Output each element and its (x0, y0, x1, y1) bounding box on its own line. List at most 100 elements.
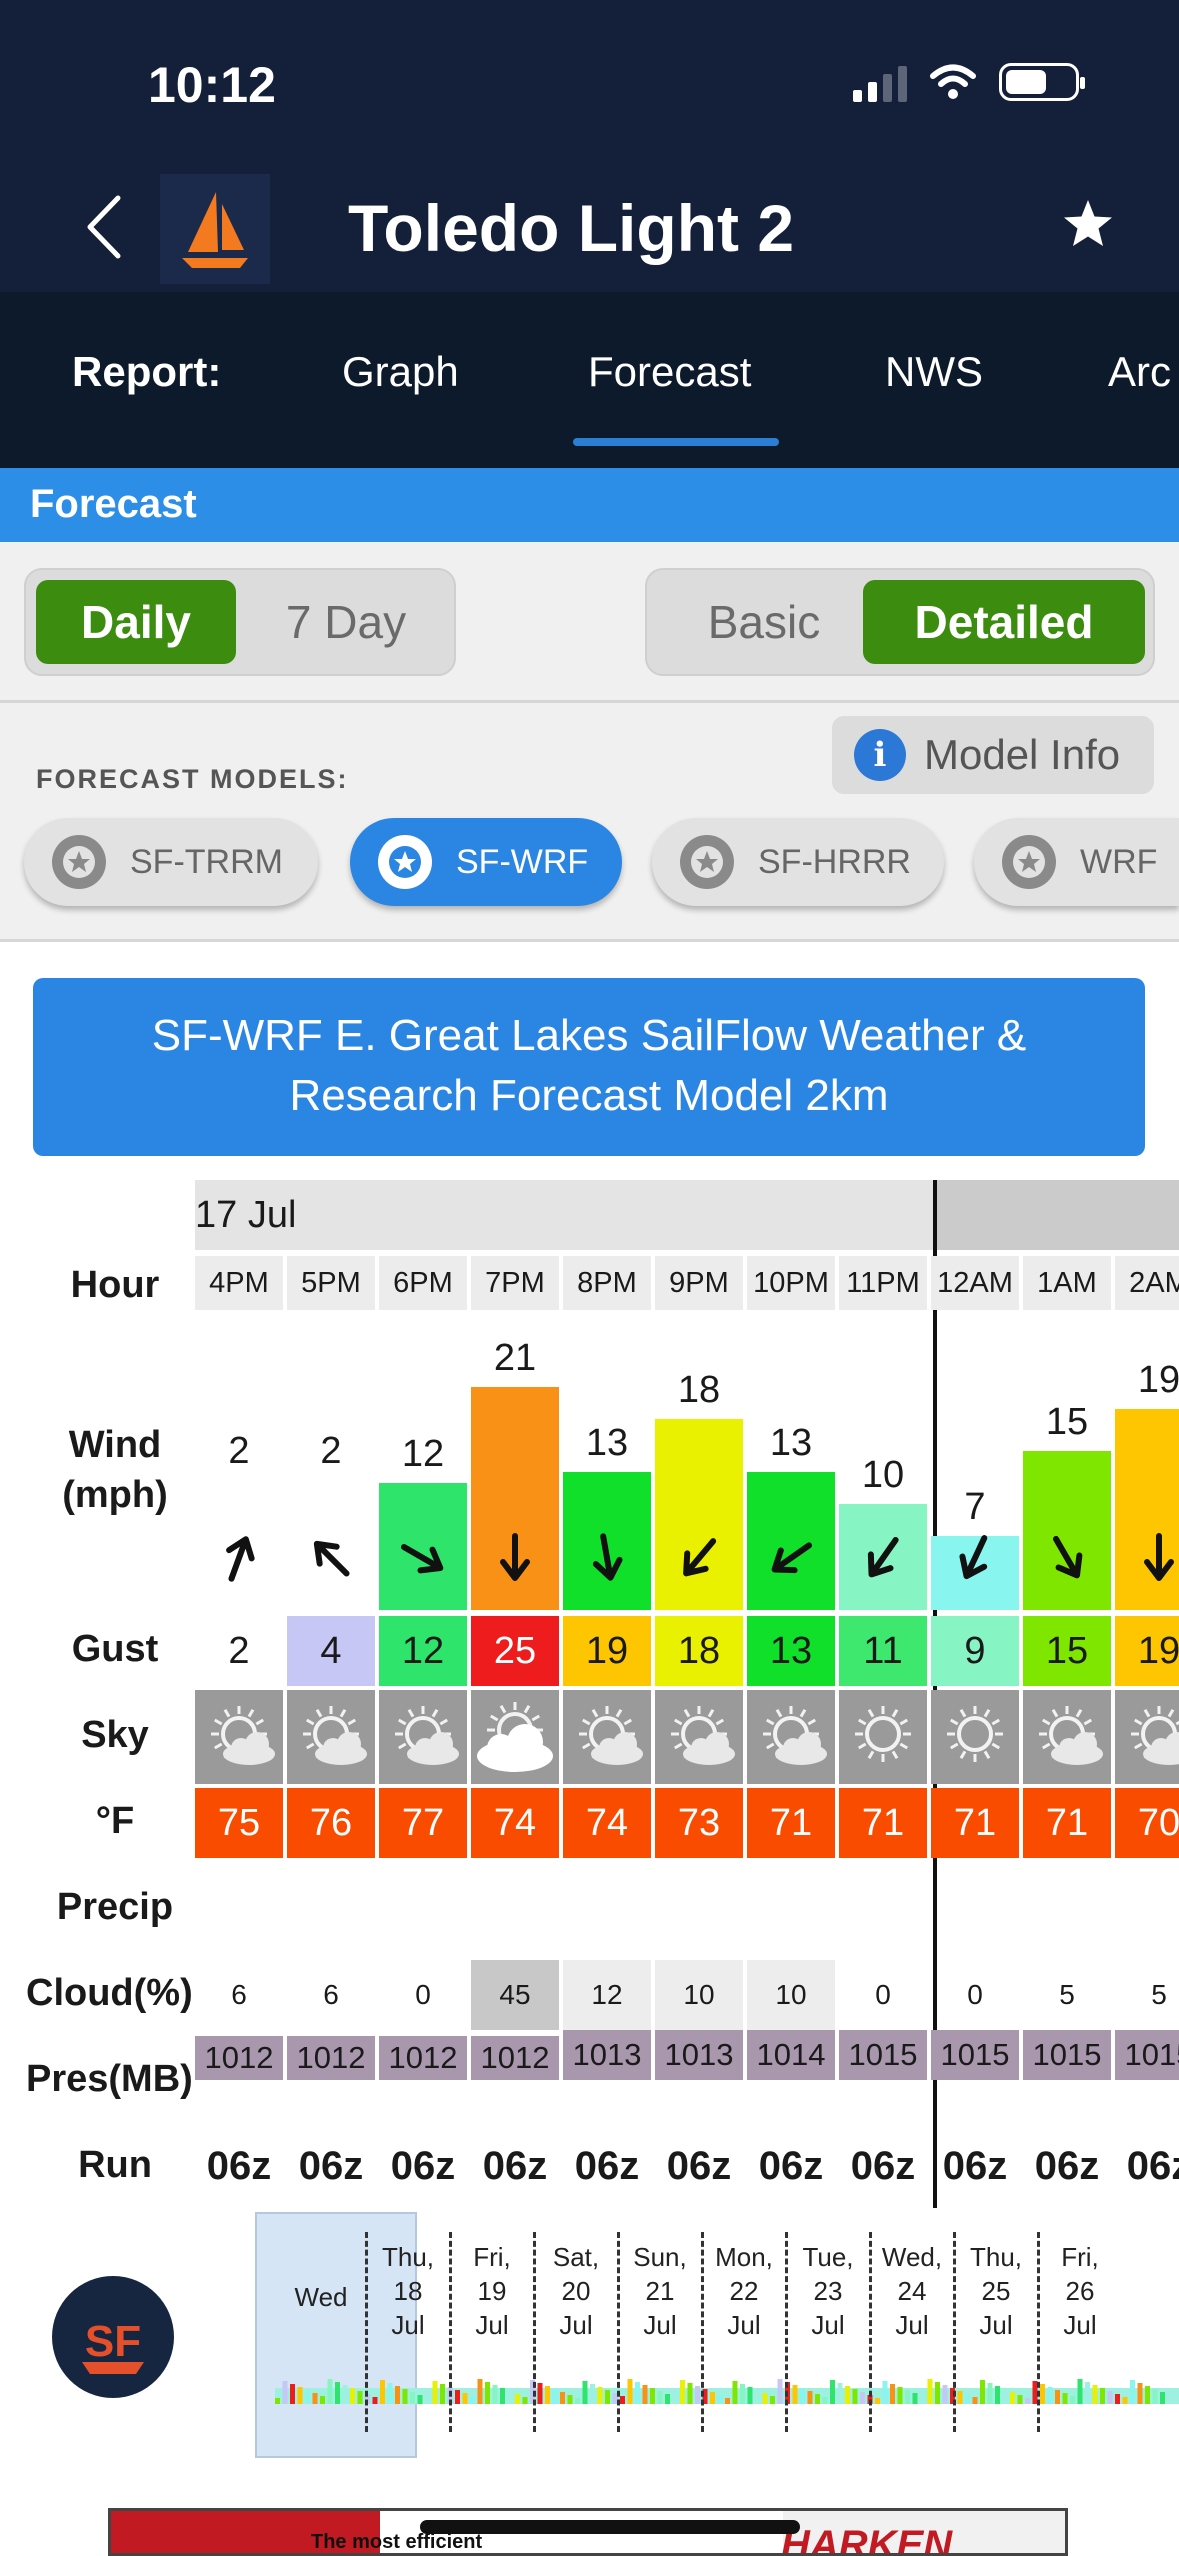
timeline-day-separator (617, 2232, 620, 2432)
hour-cell: 9PM (655, 1256, 743, 1310)
sailflow-logo-icon: SF (82, 2317, 144, 2374)
timeline-day-text: Thu, (969, 2242, 1023, 2272)
model-chip-label: WRF (1080, 842, 1158, 881)
gust-cell: 11 (839, 1616, 927, 1686)
timeline-day-text: Fri, (1061, 2242, 1099, 2272)
app-logo (160, 174, 270, 284)
timeline-day-label[interactable]: Wed (283, 2280, 359, 2314)
cloud-cover-cell: 6 (231, 1979, 247, 2010)
model-run-cell: 06z (1034, 2143, 1100, 2188)
tab-archive[interactable]: Arc (1108, 348, 1171, 396)
gust-cell: 18 (655, 1616, 743, 1686)
tab-graph[interactable]: Graph (342, 348, 459, 396)
wifi-icon (930, 64, 976, 99)
timeline-day-text: Sat, (552, 2242, 600, 2272)
model-badge-icon (52, 835, 106, 889)
timeline-day-separator (785, 2232, 788, 2432)
wind-direction-arrow-icon (400, 1544, 444, 1574)
timeline-day-separator (869, 2232, 872, 2432)
sun-icon (931, 1690, 1019, 1784)
sailflow-logo: SF (52, 2276, 174, 2398)
model-chip-sf-wrf[interactable]: SF-WRF (350, 818, 622, 906)
basic-button[interactable]: Basic (659, 580, 869, 664)
timeline-day-text: Jul (811, 2310, 845, 2340)
active-tab-indicator (573, 438, 779, 446)
timeline-day-text: 25 (981, 2276, 1011, 2306)
hour-cell: 6PM (379, 1256, 467, 1310)
wind-speed-value: 7 (964, 1486, 986, 1528)
daily-button[interactable]: Daily (36, 580, 236, 664)
seven-day-button[interactable]: 7 Day (248, 580, 444, 664)
cloud-cover-cell: 0 (415, 1979, 431, 2010)
divider (0, 700, 1179, 703)
info-icon: i (854, 729, 906, 781)
day-timeline[interactable]: Wed Thu, 18 Jul Fri, 19 Jul Sat, 20 Jul Sun, 21 Jul M… (255, 2212, 1179, 2460)
timeline-day-label[interactable]: Sat, 20 Jul (541, 2240, 611, 2342)
model-run-cell: 06z (666, 2143, 732, 2188)
gust-cell: 12 (379, 1616, 467, 1686)
timeline-day-text: Jul (475, 2310, 509, 2340)
row-label-wind-unit: (mph) (62, 1474, 168, 1516)
wind-direction-arrow-icon (1053, 1535, 1083, 1579)
model-chip-sf-hrrr[interactable]: SF-HRRR (652, 818, 944, 906)
home-indicator (420, 2520, 800, 2534)
pressure-cell: 1012 (379, 2036, 467, 2080)
temperature-cell: 71 (747, 1788, 835, 1858)
model-run-cell: 06z (482, 2143, 548, 2188)
timeline-day-text: 22 (729, 2276, 759, 2306)
date-row (195, 1180, 1179, 1250)
timeline-day-label[interactable]: Tue, 23 Jul (793, 2240, 863, 2342)
timeline-day-text: Jul (643, 2310, 677, 2340)
timeline-day-label[interactable]: Sun, 21 Jul (625, 2240, 695, 2342)
pressure-cell: 1014 (747, 2030, 835, 2080)
model-run-cell: 06z (850, 2143, 916, 2188)
model-chip-label: SF-TRRM (130, 842, 283, 881)
tab-forecast[interactable]: Forecast (588, 348, 751, 396)
timeline-day-text: Jul (559, 2310, 593, 2340)
gust-cell: 13 (747, 1616, 835, 1686)
timeline-day-separator (365, 2232, 368, 2432)
wind-direction-arrow-icon (500, 1533, 530, 1581)
timeline-day-label[interactable]: Thu, 18 Jul (373, 2240, 443, 2342)
detailed-button[interactable]: Detailed (863, 580, 1145, 664)
wind-speed-value: 19 (1137, 1359, 1179, 1401)
timeline-day-text: Jul (391, 2310, 425, 2340)
temperature-cell: 70 (1115, 1788, 1179, 1858)
timeline-day-text: 23 (813, 2276, 843, 2306)
timeline-day-label[interactable]: Fri, 19 Jul (457, 2240, 527, 2342)
wind-speed-value: 10 (861, 1454, 905, 1496)
timeline-day-label[interactable]: Mon, 22 Jul (709, 2240, 779, 2342)
sun-icon (839, 1690, 927, 1784)
page-title: Toledo Light 2 (348, 191, 795, 265)
cloud-cover-cell: 6 (323, 1979, 339, 2010)
cloud-cover-cell: 10 (655, 1960, 743, 2030)
wind-direction-arrow-icon (867, 1536, 899, 1578)
timeline-day-text: Jul (1063, 2310, 1097, 2340)
wind-speed-value: 21 (493, 1337, 537, 1379)
timeline-day-label[interactable]: Fri, 26 Jul (1045, 2240, 1115, 2342)
status-time: 10:12 (148, 57, 276, 113)
sun-cloud-icon (1023, 1690, 1111, 1784)
back-arrow-icon[interactable] (78, 192, 138, 262)
timeline-day-label[interactable]: Wed, 24 Jul (877, 2240, 947, 2342)
wind-direction-arrow-icon (959, 1535, 988, 1580)
model-chip-wrf[interactable]: WRF (974, 818, 1179, 906)
tab-nws[interactable]: NWS (885, 348, 983, 396)
model-info-button[interactable]: i Model Info (832, 716, 1154, 794)
forecast-table: 17 Jul Hour Wind (mph) Gust Sky °F Preci… (0, 1180, 1179, 2210)
cellular-signal-icon (853, 62, 907, 102)
model-run-cell: 06z (298, 2143, 364, 2188)
model-chip-sf-trrm[interactable]: SF-TRRM (24, 818, 318, 906)
sun-cloud-icon (747, 1690, 835, 1784)
hour-cell: 4PM (195, 1256, 283, 1310)
timeline-day-text: Tue, (802, 2242, 854, 2272)
hour-cell: 8PM (563, 1256, 651, 1310)
timeline-day-label[interactable]: Thu, 25 Jul (961, 2240, 1031, 2342)
favorite-star-icon[interactable] (1060, 196, 1116, 252)
forecast-models-label: FORECAST MODELS: (36, 764, 349, 794)
temperature-cell: 76 (287, 1788, 375, 1858)
timeline-day-separator (953, 2232, 956, 2432)
sun-cloud-icon (655, 1690, 743, 1784)
temperature-cell: 71 (1023, 1788, 1111, 1858)
ad-brand: HARKEN (781, 2523, 953, 2556)
